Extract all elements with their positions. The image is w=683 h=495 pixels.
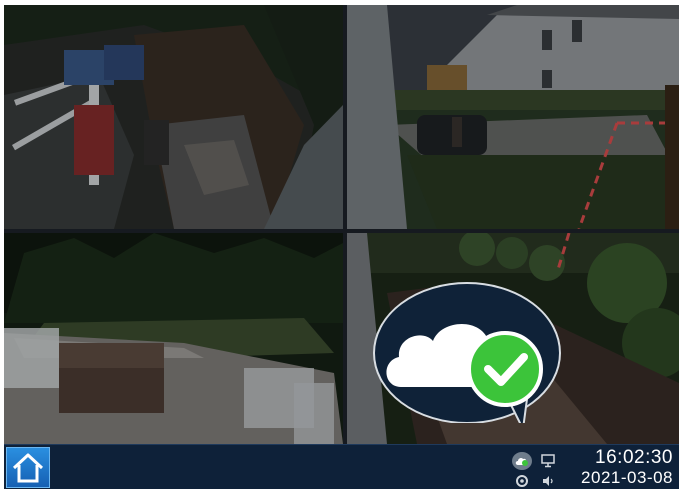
cloud-status-icon[interactable] [512,452,532,470]
camera-tile-1[interactable] [4,5,343,229]
cloud-status-popup [371,279,567,423]
taskbar: 16:02:30 2021-03-08 [4,444,679,489]
grid-divider-horizontal [4,229,679,233]
monitor-icon[interactable] [540,453,556,469]
home-icon [12,453,44,482]
clock-time: 16:02:30 [595,447,673,468]
camera-grid: 16:02:30 2021-03-08 [4,5,679,489]
clock[interactable]: 16:02:30 2021-03-08 [581,448,673,488]
settings-icon[interactable] [514,473,530,489]
camera-tile-3[interactable] [4,233,343,444]
camera-feed-3 [4,233,343,444]
camera-feed-1 [4,5,343,229]
system-tray [506,451,560,487]
volume-icon[interactable] [540,473,556,489]
home-button[interactable] [6,447,50,488]
camera-tile-2[interactable] [347,5,679,229]
cloud-check-icon [373,282,561,423]
camera-feed-2 [347,5,679,229]
clock-date: 2021-03-08 [581,468,673,487]
grid-divider-vertical [343,5,347,444]
